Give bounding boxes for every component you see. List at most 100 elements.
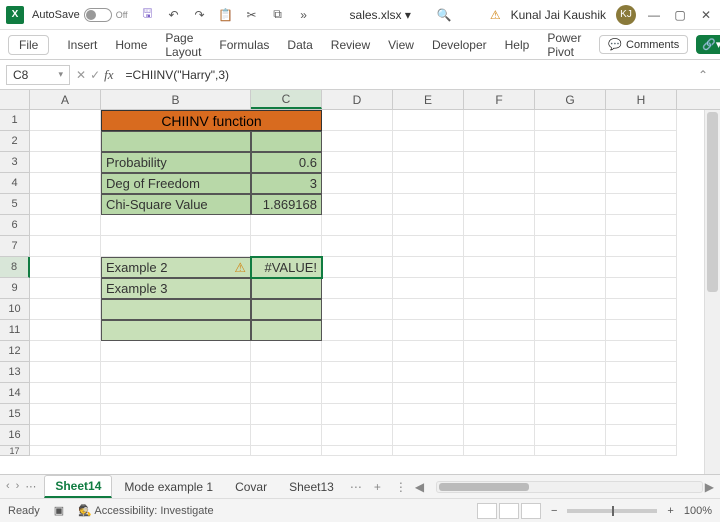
cell[interactable] bbox=[101, 446, 251, 456]
cell[interactable] bbox=[606, 194, 677, 215]
share-button[interactable]: 🔗▾ bbox=[696, 35, 720, 54]
cell[interactable] bbox=[251, 341, 322, 362]
cell[interactable] bbox=[606, 362, 677, 383]
cell[interactable] bbox=[606, 425, 677, 446]
cell[interactable] bbox=[322, 257, 393, 278]
cell[interactable] bbox=[464, 236, 535, 257]
cell[interactable] bbox=[251, 299, 322, 320]
cell[interactable] bbox=[393, 320, 464, 341]
filename[interactable]: sales.xlsx ▾ bbox=[350, 8, 411, 22]
sheet-tab[interactable]: Sheet13 bbox=[279, 477, 344, 497]
sheet-tab[interactable]: Mode example 1 bbox=[114, 477, 223, 497]
cell[interactable] bbox=[606, 152, 677, 173]
tab-power-pivot[interactable]: Power Pivot bbox=[547, 31, 581, 59]
cell[interactable] bbox=[606, 299, 677, 320]
accept-formula-icon[interactable]: ✓ bbox=[90, 68, 100, 82]
select-all-corner[interactable] bbox=[0, 90, 30, 109]
cell[interactable] bbox=[251, 362, 322, 383]
cell[interactable] bbox=[535, 257, 606, 278]
cell[interactable] bbox=[393, 425, 464, 446]
cell[interactable] bbox=[464, 341, 535, 362]
cell[interactable] bbox=[464, 320, 535, 341]
row-header[interactable]: 15 bbox=[0, 404, 30, 425]
cell[interactable] bbox=[393, 110, 464, 131]
error-indicator-icon[interactable]: ⚠ bbox=[234, 260, 246, 276]
more-tabs-icon[interactable]: ⋯ bbox=[346, 480, 366, 494]
cell[interactable] bbox=[30, 362, 101, 383]
tab-help[interactable]: Help bbox=[505, 38, 530, 52]
cell[interactable] bbox=[606, 320, 677, 341]
cell[interactable] bbox=[606, 383, 677, 404]
cell[interactable] bbox=[535, 110, 606, 131]
cell[interactable] bbox=[322, 173, 393, 194]
cell[interactable] bbox=[251, 320, 322, 341]
cell[interactable] bbox=[101, 131, 251, 152]
cell[interactable] bbox=[535, 152, 606, 173]
paste-icon[interactable]: 📋 bbox=[218, 7, 234, 23]
redo-icon[interactable]: ↷ bbox=[192, 7, 208, 23]
cell[interactable] bbox=[464, 425, 535, 446]
col-header[interactable]: A bbox=[30, 90, 101, 109]
cell[interactable] bbox=[393, 278, 464, 299]
row-header[interactable]: 14 bbox=[0, 383, 30, 404]
cell[interactable] bbox=[393, 173, 464, 194]
cell[interactable] bbox=[393, 257, 464, 278]
cell[interactable] bbox=[393, 341, 464, 362]
cell[interactable] bbox=[30, 215, 101, 236]
cell[interactable]: Example 3 bbox=[101, 278, 251, 299]
row-header[interactable]: 10 bbox=[0, 299, 30, 320]
cell[interactable] bbox=[606, 257, 677, 278]
macro-record-icon[interactable]: ▣ bbox=[54, 504, 64, 517]
zoom-in-icon[interactable]: + bbox=[667, 505, 673, 517]
cell[interactable]: Deg of Freedom bbox=[101, 173, 251, 194]
cell[interactable] bbox=[101, 362, 251, 383]
cell[interactable] bbox=[464, 299, 535, 320]
cell[interactable] bbox=[535, 131, 606, 152]
chevron-down-icon[interactable]: ▾ bbox=[58, 69, 63, 80]
cell[interactable] bbox=[464, 194, 535, 215]
cell[interactable] bbox=[606, 131, 677, 152]
cell[interactable] bbox=[322, 194, 393, 215]
zoom-level[interactable]: 100% bbox=[684, 505, 712, 517]
scrollbar-thumb[interactable] bbox=[707, 112, 718, 292]
cell[interactable] bbox=[535, 320, 606, 341]
row-header[interactable]: 1 bbox=[0, 110, 30, 131]
cell[interactable] bbox=[322, 320, 393, 341]
undo-icon[interactable]: ↶ bbox=[166, 7, 182, 23]
col-header[interactable]: H bbox=[606, 90, 677, 109]
cell[interactable] bbox=[30, 404, 101, 425]
active-cell[interactable]: #VALUE! bbox=[251, 257, 322, 278]
cell[interactable] bbox=[322, 236, 393, 257]
row-header[interactable]: 9 bbox=[0, 278, 30, 299]
cancel-formula-icon[interactable]: ✕ bbox=[76, 68, 86, 82]
sheet-tab[interactable]: Covar bbox=[225, 477, 277, 497]
cell[interactable] bbox=[30, 110, 101, 131]
scrollbar-thumb[interactable] bbox=[439, 483, 529, 491]
cell[interactable] bbox=[30, 425, 101, 446]
cell[interactable] bbox=[30, 446, 101, 456]
cell[interactable] bbox=[393, 362, 464, 383]
toggle-icon[interactable] bbox=[84, 8, 112, 22]
scroll-left-icon[interactable]: ◀ bbox=[415, 480, 424, 494]
cell[interactable]: Probability bbox=[101, 152, 251, 173]
normal-view-button[interactable] bbox=[477, 503, 497, 519]
tab-review[interactable]: Review bbox=[331, 38, 370, 52]
cell[interactable] bbox=[606, 173, 677, 194]
col-header[interactable]: G bbox=[535, 90, 606, 109]
cell[interactable] bbox=[464, 173, 535, 194]
cell[interactable] bbox=[535, 446, 606, 456]
more-sheets-icon[interactable]: ⋯ bbox=[25, 480, 36, 493]
expand-formula-bar-icon[interactable]: ⌃ bbox=[692, 68, 714, 82]
cell[interactable] bbox=[30, 341, 101, 362]
cell[interactable] bbox=[535, 278, 606, 299]
cell[interactable] bbox=[30, 383, 101, 404]
vertical-scrollbar[interactable] bbox=[704, 110, 720, 474]
row-header[interactable]: 13 bbox=[0, 362, 30, 383]
cell[interactable] bbox=[101, 215, 251, 236]
cell[interactable] bbox=[30, 173, 101, 194]
cell[interactable] bbox=[322, 341, 393, 362]
sheet-tab-active[interactable]: Sheet14 bbox=[44, 475, 112, 498]
cell[interactable] bbox=[101, 299, 251, 320]
cell[interactable] bbox=[251, 404, 322, 425]
cell[interactable] bbox=[322, 215, 393, 236]
